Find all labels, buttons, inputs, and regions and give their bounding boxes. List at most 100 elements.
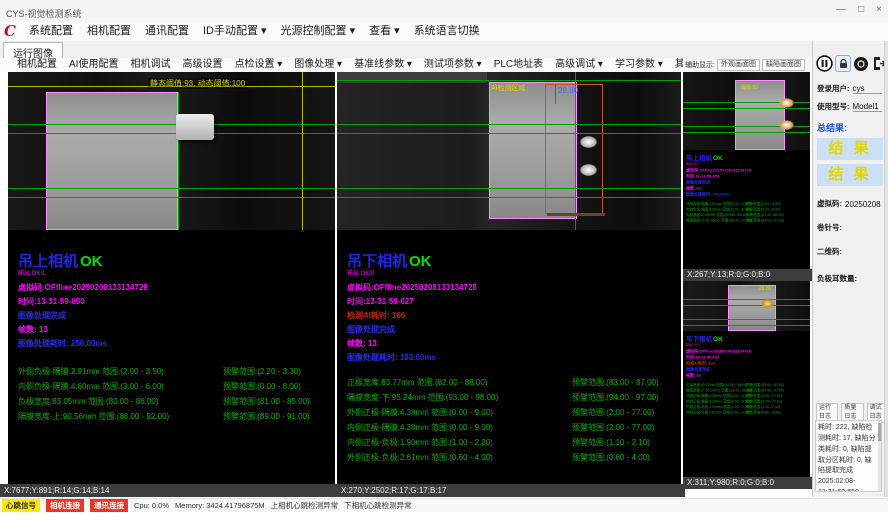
- aux-tab-defect[interactable]: 缺陷画面图: [762, 59, 805, 71]
- aux-header-label: 辅助显示:: [685, 60, 715, 70]
- aux-lower-readout: 吊下相机OK 输出:OK!0 虚拟码:OFfline20250208133134…: [683, 331, 810, 416]
- measurement-row: 内侧负极-隔膜:4.60mm 范围:(3.00 - 6.00)预警范围:(0.0…: [18, 379, 329, 394]
- lower-camera-readout: 吊下相机OK 输出:OK!0 虚拟码:OFfline20250208133134…: [337, 230, 681, 465]
- panel-scrollbar[interactable]: [884, 41, 888, 497]
- status-bar: 心跳信号 相机连接 通讯连接 Cpu: 0.0% Memory: 3424.41…: [0, 498, 888, 512]
- virtual-code-value: 20250208: [845, 200, 882, 209]
- menu-id-manual-config[interactable]: ID手动配置 ▾: [196, 22, 274, 41]
- title-bar: CYS-视觉检测系统 — □ ×: [0, 0, 888, 23]
- tool-ai-usage-config[interactable]: AI使用配置: [63, 58, 124, 72]
- log-scrollbar[interactable]: [878, 421, 881, 491]
- lens-button[interactable]: [853, 55, 869, 72]
- tab-strip: 运行图像: [0, 41, 812, 58]
- connector-object: [176, 114, 214, 140]
- tool-test-params[interactable]: 测试项参数 ▾: [418, 58, 488, 72]
- menu-bar: C 系统配置 相机配置 通讯配置 ID手动配置 ▾ 光源控制配置 ▾ 查看 ▾ …: [0, 22, 888, 42]
- aux-ai-overlay: 28.80: [759, 286, 772, 292]
- measurement-row: 隔膜宽度-上:90.56mm 范围:(88.00 - 92.00)预警范围:(8…: [18, 409, 329, 424]
- measurement-row: 外侧正极-隔膜:4.38mm 范围:(0.00 - 9.00)预警范围:(2.0…: [347, 405, 675, 420]
- measurement-row: 隔膜宽度-下:95.24mm 范围:(93.00 - 98.00)预警范围:(9…: [347, 390, 675, 405]
- aux-header: 辅助显示: 外观画面图 缺陷画面图: [683, 58, 810, 72]
- tool-plc-address[interactable]: PLC地址表: [488, 58, 549, 72]
- tool-image-processing[interactable]: 图像处理 ▾: [288, 58, 348, 72]
- lower-camera-image[interactable]: AI检测区域 28.80: [337, 72, 681, 230]
- upper-camera-cursor-status: X:7677;Y:891;R:14;G:14;B:14: [0, 484, 339, 497]
- menu-language-switch[interactable]: 系统语言切换: [407, 22, 487, 41]
- highlight-blob: [580, 136, 597, 148]
- login-user-value: cys: [853, 84, 883, 94]
- close-button[interactable]: ×: [876, 4, 882, 15]
- login-user-row: 登录用户: cys: [817, 83, 882, 94]
- aux-upper-cursor-status: X:267;Y:13;R:0;G:0;B:0: [683, 269, 814, 281]
- measurement-row: 正极宽度:83.77mm 范围:(82.00 - 88.00)预警范围:(83.…: [347, 375, 675, 390]
- toolbar: 相机配置 AI使用配置 相机调试 高级设置 点检设置 ▾ 图像处理 ▾ 基准线参…: [0, 58, 681, 72]
- minimize-button[interactable]: —: [836, 4, 846, 15]
- tool-spot-check[interactable]: 点检设置 ▾: [228, 58, 288, 72]
- lower-heartbeat-warning: 下相机心跳检测异常: [344, 500, 412, 511]
- highlight-blob: [761, 299, 774, 308]
- log-text: 耗时: 222, 缺陷检测耗时: 17, 缺陷分类耗时: 0, 缺陷提取分区耗时…: [818, 424, 876, 492]
- menu-camera-config[interactable]: 相机配置: [80, 22, 138, 41]
- qr-label: 二维码:: [817, 246, 842, 257]
- measurement-row: 内侧正极-隔膜:4.38mm 范围:(0.00 - 9.00)预警范围:(2.0…: [347, 420, 675, 435]
- upper-camera-panel: 静态阈值:93, 动态阈值:100 吊上相机OK 输出:OK!1 虚拟码:OFf…: [8, 72, 335, 484]
- measurement-row: 负极宽度:83.05mm 范围:(80.00 - 86.00)预警范围:(81.…: [18, 394, 329, 409]
- frame-line: 帧数: 13: [347, 337, 675, 351]
- comm-connection-indicator: 通讯连接: [90, 499, 128, 512]
- aux-tab-appearance[interactable]: 外观画面图: [717, 59, 760, 71]
- upper-camera-image[interactable]: 静态阈值:93, 动态阈值:100: [8, 72, 335, 230]
- model-label: 使用型号:: [817, 101, 850, 112]
- threshold-overlay-label: 静态阈值:93, 动态阈值:100: [148, 78, 247, 89]
- tool-baseline-params[interactable]: 基准线参数 ▾: [348, 58, 418, 72]
- pause-button[interactable]: [816, 55, 833, 72]
- barcode-line: 虚拟码:OFfline20250208133134728: [347, 281, 675, 295]
- aux-threshold-overlay: 阈值:93: [741, 84, 758, 91]
- highlight-blob: [580, 164, 597, 176]
- process-time-line: 图像处理耗时: 183.00ms: [347, 351, 675, 365]
- menu-light-control[interactable]: 光源控制配置 ▾: [274, 22, 363, 41]
- aux-upper-image[interactable]: 阈值:93: [683, 72, 810, 150]
- virtual-code-label: 虚拟码:: [817, 198, 842, 209]
- barcode-line: 虚拟码:OFfline20250208133134728: [18, 281, 329, 295]
- result-badge-lower: 结 果: [817, 164, 883, 186]
- result-badge-upper: 结 果: [817, 138, 883, 160]
- menu-comm-config[interactable]: 通讯配置: [138, 22, 196, 41]
- aux-lower-panel: 28.80 吊下相机OK 输出:OK!0 虚拟码:OFfline20250208…: [683, 281, 810, 477]
- ai-roi-rect: [545, 84, 603, 214]
- time-line: 时间:13-31-59-627: [347, 295, 675, 309]
- measure-value-overlay: 28.80: [558, 86, 578, 95]
- measurement-row: 外侧负极-隔膜:2.91mm 范围:(2.00 - 3.50)预警范围:(2.2…: [18, 364, 329, 379]
- aux-upper-panel: 阈值:93 吊上相机OK 输出:OK!1 虚拟码:OFfline20250208…: [683, 72, 810, 269]
- tool-advanced-debug[interactable]: 高级调试 ▾: [549, 58, 609, 72]
- upper-camera-readout: 吊上相机OK 输出:OK!1 虚拟码:OFfline20250208133134…: [8, 230, 335, 424]
- result-ok-text: OK: [80, 253, 103, 270]
- lower-measurements: 正极宽度:83.77mm 范围:(82.00 - 88.00)预警范围:(83.…: [347, 375, 675, 465]
- tool-camera-debug[interactable]: 相机调试: [124, 58, 176, 72]
- upper-heartbeat-warning: 上相机心跳检测异常: [271, 500, 339, 511]
- process-done-line: 图像处理完成: [18, 309, 329, 323]
- needle-label: 卷针号:: [817, 222, 842, 233]
- measurement-row: 外侧正极-负极:2.61mm 范围:(0.60 - 4.00)预警范围:(0.6…: [347, 450, 675, 465]
- aux-lower-image[interactable]: 28.80: [683, 281, 810, 331]
- app-logo-icon: C: [4, 22, 16, 41]
- upper-measurements: 外侧负极-隔膜:2.91mm 范围:(2.00 - 3.50)预警范围:(2.2…: [18, 364, 329, 424]
- control-buttons: [813, 41, 888, 76]
- time-line: 时间:13-31-59-650: [18, 295, 329, 309]
- window-title: CYS-视觉检测系统: [6, 7, 82, 20]
- tool-advanced-settings[interactable]: 高级设置: [176, 58, 228, 72]
- menu-system-config[interactable]: 系统配置: [22, 22, 80, 41]
- control-panel: 登录用户: cys 使用型号: Model1 总结果: 结 果 结 果 虚拟码:…: [812, 41, 888, 497]
- highlight-blob: [779, 120, 794, 130]
- lock-icon: [839, 59, 848, 69]
- menu-view[interactable]: 查看 ▾: [362, 22, 407, 41]
- lock-button[interactable]: [835, 55, 851, 72]
- model-value[interactable]: Model1: [853, 102, 883, 112]
- tool-camera-config[interactable]: 相机配置: [11, 58, 63, 72]
- ai-region-overlay-label: AI检测区域: [491, 83, 526, 93]
- maximize-button[interactable]: □: [858, 4, 864, 15]
- tool-learning-params[interactable]: 学习参数 ▾: [609, 58, 669, 72]
- log-textarea[interactable]: 耗时: 222, 缺陷检测耗时: 17, 缺陷分类耗时: 0, 缺陷提取分区耗时…: [815, 420, 882, 492]
- lower-camera-cursor-status: X:270;Y:2502;R:17;G:17;B:17: [337, 484, 685, 497]
- camera-connection-indicator: 相机连接: [46, 499, 84, 512]
- tab-count-label: 负极耳数量:: [817, 273, 857, 284]
